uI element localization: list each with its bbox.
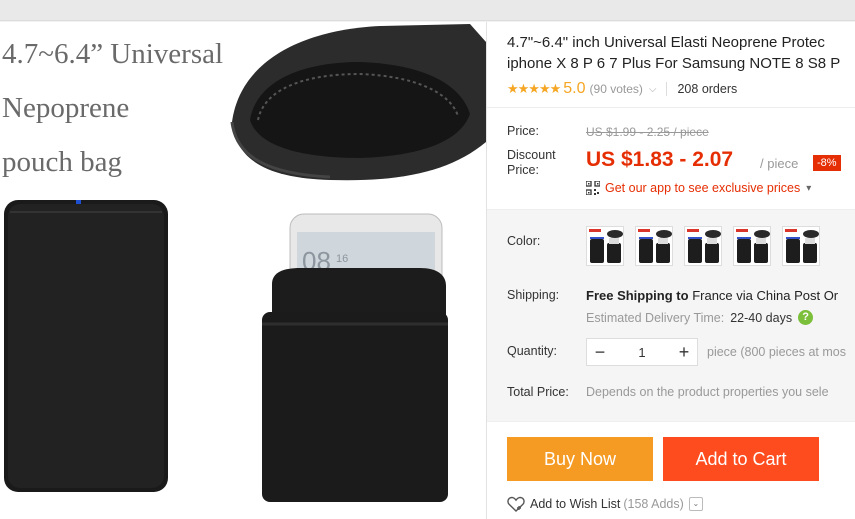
discount-label-line2: Price: [507, 163, 539, 177]
color-option-thumbnail[interactable] [635, 226, 673, 266]
quantity-input[interactable]: 1 [613, 345, 671, 360]
discount-price-label: Discount Price: [507, 148, 556, 178]
decrease-quantity-button[interactable]: − [587, 339, 613, 365]
discount-label-line1: Discount [507, 148, 556, 162]
rating-score: 5.0 [563, 80, 586, 97]
pouch-left [4, 200, 168, 492]
color-options [586, 226, 820, 266]
heart-icon [507, 496, 525, 512]
divider [487, 421, 855, 422]
buy-now-button[interactable]: Buy Now [507, 437, 653, 481]
color-option-thumbnail[interactable] [586, 226, 624, 266]
phone-clock-minutes: 16 [336, 253, 348, 265]
qr-code-icon [586, 181, 600, 195]
help-icon[interactable]: ? [798, 310, 814, 325]
divider [487, 107, 855, 108]
caret-down-icon: ▾ [806, 182, 812, 194]
shipping-destination: France via China Post Or [692, 288, 839, 303]
app-promo-link[interactable]: Get our app to see exclusive prices ▾ [586, 181, 811, 195]
pouch-right [262, 268, 448, 502]
original-price: US $1.99 - 2.25 / piece [586, 125, 709, 139]
price-unit: / piece [760, 156, 799, 171]
quantity-label: Quantity: [507, 344, 558, 358]
wishlist-label: Add to Wish List [530, 497, 621, 511]
price-label: Price: [507, 124, 539, 138]
increase-quantity-button[interactable]: + [671, 339, 697, 365]
chevron-down-icon[interactable]: ⌵ [649, 84, 657, 95]
total-price-label: Total Price: [507, 385, 569, 399]
add-to-wishlist-link[interactable]: Add to Wish List (158 Adds) ⌄ [507, 496, 703, 512]
stock-note: piece (800 pieces at mos [707, 345, 846, 359]
divider [487, 209, 855, 210]
pouch-illustration: 08 16 [4, 24, 486, 502]
shipping-label: Shipping: [507, 288, 560, 302]
shipping-method[interactable]: Free Shipping to France via China Post O… [586, 288, 838, 303]
divider [666, 82, 668, 96]
app-promo-text: Get our app to see exclusive prices [605, 181, 801, 195]
color-label: Color: [507, 234, 541, 248]
discount-price: US $1.83 - 2.07 [586, 148, 734, 171]
color-option-thumbnail[interactable] [782, 226, 820, 266]
color-option-thumbnail[interactable] [733, 226, 771, 266]
delivery-label: Estimated Delivery Time: [586, 310, 725, 325]
chevron-down-icon[interactable]: ⌄ [688, 497, 703, 511]
quantity-stepper: − 1 + [586, 338, 698, 366]
discount-badge: -8% [813, 155, 841, 171]
product-title: 4.7"~6.4" inch Universal Elasti Neoprene… [507, 32, 855, 74]
pouch-opening-closeup [230, 24, 486, 181]
star-rating-icon: ★★★★★ [507, 81, 561, 96]
vote-count-link[interactable]: (90 votes) [590, 82, 643, 96]
rating-row: ★★★★★ 5.0 (90 votes) ⌵ 208 orders [507, 79, 737, 99]
product-image[interactable]: 4.7~6.4” Universal Nepoprene pouch bag 0… [0, 22, 486, 519]
product-info-panel: 4.7"~6.4" inch Universal Elasti Neoprene… [487, 22, 855, 519]
color-option-thumbnail[interactable] [684, 226, 722, 266]
total-price-note: Depends on the product properties you se… [586, 385, 829, 399]
order-count: 208 orders [677, 82, 738, 96]
product-title-line2: iphone X 8 P 6 7 Plus For Samsung NOTE 8… [507, 55, 841, 72]
free-shipping-text: Free Shipping to [586, 288, 689, 303]
wishlist-count: (158 Adds) [623, 497, 684, 511]
product-title-line1: 4.7"~6.4" inch Universal Elasti Neoprene… [507, 34, 825, 51]
top-strip [0, 0, 855, 21]
delivery-days: 22-40 days [730, 310, 793, 325]
delivery-estimate: Estimated Delivery Time: 22-40 days ? [586, 310, 814, 325]
add-to-cart-button[interactable]: Add to Cart [663, 437, 819, 481]
